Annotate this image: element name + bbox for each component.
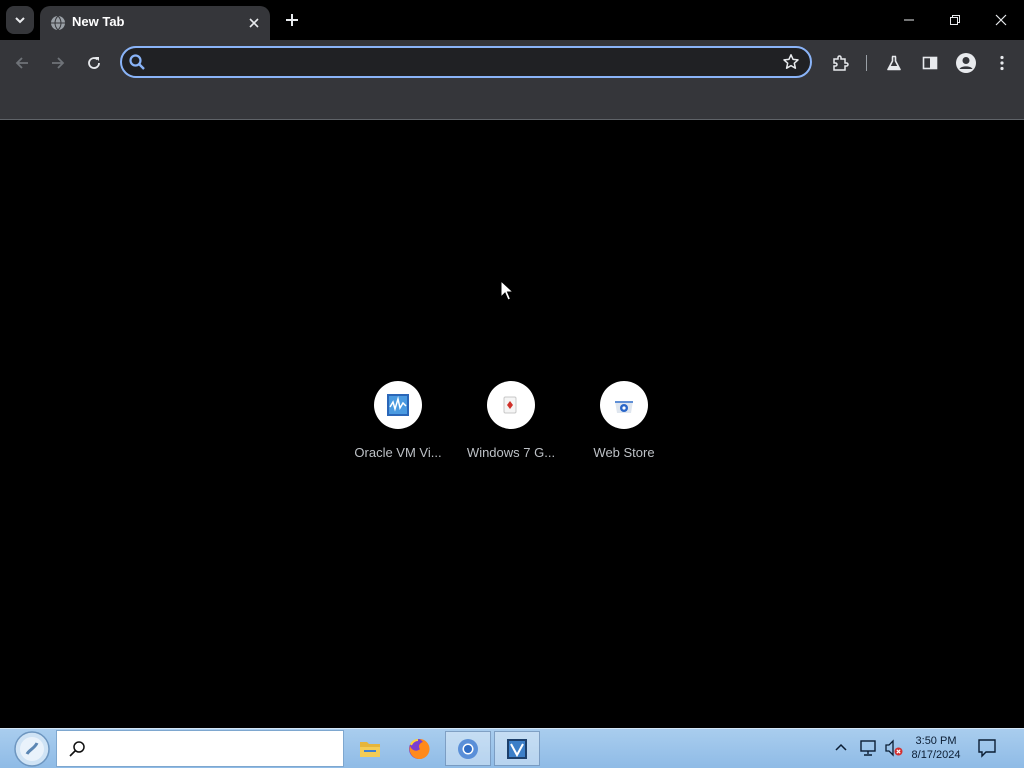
taskbar-virtualbox[interactable] (494, 731, 540, 766)
shortcut-tile[interactable]: Web Store (569, 381, 679, 471)
start-button[interactable] (10, 730, 54, 767)
shortcut-tile[interactable]: Oracle VM Vi... (343, 381, 453, 471)
search-icon (129, 54, 145, 70)
profile-button[interactable] (952, 49, 980, 77)
minimize-icon (904, 19, 914, 21)
shortcut-icon-circle (374, 381, 422, 429)
taskbar-chrome[interactable] (445, 731, 491, 766)
taskbar-clock[interactable]: 3:50 PM 8/17/2024 (904, 734, 968, 762)
shortcut-label: Windows 7 G... (466, 445, 556, 460)
minimize-button[interactable] (886, 0, 932, 40)
folder-icon (360, 741, 380, 757)
shortcut-label: Oracle VM Vi... (354, 445, 442, 460)
flask-icon (887, 55, 901, 71)
show-hidden-icons-chevron-up-icon[interactable] (834, 741, 848, 753)
restore-icon (950, 15, 960, 25)
shortcut-tile[interactable]: Windows 7 G... (456, 381, 566, 471)
extensions-button[interactable] (826, 49, 854, 77)
clock-time: 3:50 PM (915, 735, 957, 747)
taskbar-firefox[interactable] (396, 731, 442, 766)
volume-muted-icon[interactable] (884, 739, 904, 757)
firefox-icon (409, 738, 430, 759)
tab-strip: New Tab (0, 0, 1024, 40)
tab-search-button[interactable] (6, 6, 34, 34)
cards-game-icon (503, 396, 517, 414)
network-icon[interactable] (859, 739, 879, 757)
chrome-menu-button[interactable] (988, 49, 1016, 77)
new-tab-page: Oracle VM Vi... Windows 7 G... Web Store (0, 120, 1024, 728)
web-store-icon (615, 401, 633, 413)
back-button[interactable] (8, 49, 36, 77)
toolbar (0, 40, 1024, 86)
shortcut-label: Web Store (593, 445, 655, 460)
mouse-cursor-icon (500, 280, 514, 301)
arrow-right-icon (52, 57, 65, 69)
chrome-icon (458, 738, 478, 759)
shortcut-icon-circle (600, 381, 648, 429)
close-icon (995, 14, 1007, 26)
side-panel-button[interactable] (916, 49, 944, 77)
close-window-button[interactable] (978, 0, 1024, 40)
shortcut-icon-circle (487, 381, 535, 429)
globe-icon (51, 15, 65, 31)
more-vert-icon (1000, 55, 1004, 71)
search-icon (69, 741, 85, 757)
side-panel-icon (922, 56, 938, 70)
reload-icon (88, 57, 100, 69)
restore-button[interactable] (932, 0, 978, 40)
reload-button[interactable] (80, 49, 108, 77)
tab-new-tab[interactable]: New Tab (40, 6, 270, 40)
puzzle-icon (833, 55, 849, 71)
address-bar[interactable] (120, 46, 812, 78)
bookmark-star-icon[interactable] (782, 53, 800, 71)
taskbar-file-explorer[interactable] (347, 731, 393, 766)
clock-date: 8/17/2024 (911, 749, 961, 761)
start-orb-icon (14, 730, 50, 767)
arrow-left-icon (15, 57, 28, 69)
address-input[interactable] (156, 50, 760, 76)
plus-icon (286, 14, 298, 26)
taskbar: 3:50 PM 8/17/2024 (0, 728, 1024, 768)
toolbar-divider (866, 55, 867, 71)
virtualbox-icon (387, 394, 409, 416)
labs-button[interactable] (880, 49, 908, 77)
account-icon (956, 53, 976, 73)
forward-button[interactable] (44, 49, 72, 77)
close-icon (249, 18, 259, 28)
chevron-down-icon (15, 17, 25, 24)
taskbar-search-box[interactable] (56, 730, 344, 767)
new-tab-button[interactable] (280, 8, 304, 32)
action-center-icon[interactable] (976, 738, 998, 758)
tab-close-button[interactable] (244, 13, 264, 33)
bookmarks-bar (0, 86, 1024, 120)
virtualbox-window-icon (507, 738, 527, 759)
tab-title: New Tab (72, 14, 125, 29)
